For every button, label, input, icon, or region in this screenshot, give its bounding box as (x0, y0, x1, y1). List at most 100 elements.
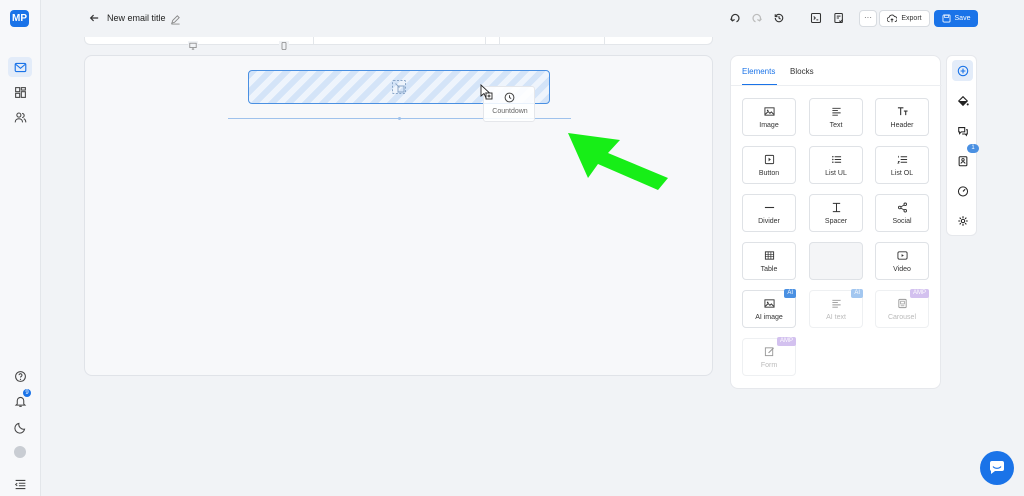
element-label: Spacer (824, 218, 848, 225)
chat-icon (989, 461, 1004, 474)
tasks-button[interactable] (952, 150, 973, 171)
element-button[interactable]: Button (742, 146, 796, 184)
element-header[interactable]: Header (875, 98, 929, 136)
element-ai-image[interactable]: AI AI image (742, 289, 796, 328)
back-button[interactable] (87, 11, 101, 25)
arrow-left-icon (89, 14, 99, 22)
undo-icon (730, 13, 740, 23)
previous-row-strip (84, 37, 713, 45)
element-label: Text (829, 122, 843, 129)
element-table[interactable]: Table (742, 242, 796, 280)
tab-divider (731, 85, 942, 86)
element-label: List UL (825, 170, 847, 177)
nav-theme-button[interactable] (8, 417, 32, 437)
document-check-icon (834, 12, 844, 24)
tasks-badge: 1 (967, 144, 979, 153)
element-label: Header (890, 122, 914, 129)
plus-circle-icon (957, 65, 968, 76)
history-icon (774, 13, 784, 23)
elements-panel: Elements Blocks Image Text Header Button… (730, 55, 942, 389)
styles-button[interactable] (952, 90, 973, 111)
video-icon (897, 251, 908, 260)
terminal-icon (810, 12, 822, 24)
table-icon (764, 251, 775, 260)
gauge-icon (957, 185, 968, 196)
element-social[interactable]: Social (875, 194, 929, 232)
mobile-view-button[interactable] (279, 41, 289, 51)
undo-button[interactable] (728, 11, 742, 25)
export-button[interactable]: Export (879, 10, 930, 27)
ai-image-icon (764, 299, 775, 308)
tab-blocks[interactable]: Blocks (790, 67, 814, 76)
avatar (14, 446, 26, 458)
gear-icon (957, 215, 968, 226)
nav-email-button[interactable] (8, 57, 32, 77)
cloud-upload-icon (887, 14, 898, 23)
element-label: Form (760, 362, 778, 369)
desktop-view-button[interactable] (188, 41, 198, 51)
text-icon (832, 107, 841, 116)
settings-button[interactable] (952, 210, 973, 231)
tab-elements[interactable]: Elements (742, 67, 775, 76)
save-button[interactable]: Save (934, 10, 978, 27)
chat-bubbles-icon (957, 126, 968, 137)
nav-templates-button[interactable] (8, 82, 32, 102)
more-button[interactable]: ··· (859, 10, 877, 27)
element-divider[interactable]: Divider (742, 194, 796, 232)
list-ul-icon (832, 156, 842, 163)
app-logo[interactable]: MP (10, 10, 29, 27)
nav-users-button[interactable] (8, 107, 32, 127)
element-text[interactable]: Text (809, 98, 863, 136)
save-icon (942, 14, 950, 23)
amp-tag: AMP (909, 289, 929, 298)
nav-avatar-button[interactable] (8, 442, 32, 462)
drop-guide-marker (398, 117, 401, 120)
right-toolbar: 1 (946, 55, 979, 236)
nav-notifications-button[interactable]: 9 (8, 389, 32, 411)
paint-bucket-icon (957, 95, 969, 106)
spacer-icon (832, 202, 841, 213)
support-chat-button[interactable] (980, 451, 1014, 485)
pencil-icon (171, 15, 180, 25)
nav-help-button[interactable] (8, 366, 32, 386)
element-label: Table (760, 266, 778, 273)
element-video[interactable]: Video (875, 242, 929, 280)
top-bar: New email title ··· Export Save (41, 0, 1024, 37)
element-carousel[interactable]: AMP Carousel (875, 289, 929, 328)
performance-button[interactable] (952, 180, 973, 201)
divider-icon (764, 206, 775, 209)
list-ol-icon (897, 155, 908, 164)
history-button[interactable] (772, 11, 786, 25)
element-label: Button (758, 170, 780, 177)
element-spacer[interactable]: Spacer (809, 194, 863, 232)
test-email-button[interactable] (832, 11, 846, 25)
element-label: AI image (755, 314, 783, 321)
layout-icon (14, 86, 26, 98)
nav-collapse-button[interactable] (8, 474, 32, 494)
add-elements-button[interactable] (952, 60, 973, 81)
carousel-icon (898, 298, 907, 309)
element-list-ul[interactable]: List UL (809, 146, 863, 184)
element-image[interactable]: Image (742, 98, 796, 136)
users-icon (14, 112, 26, 122)
green-arrow-annotation (568, 133, 668, 190)
redo-button[interactable] (750, 11, 764, 25)
element-ai-text[interactable]: AI AI text (809, 289, 863, 328)
element-list-ol[interactable]: List OL (875, 146, 929, 184)
ai-tag: AI (851, 289, 863, 298)
left-nav: MP 9 (0, 0, 41, 496)
element-form[interactable]: AMP Form (742, 337, 796, 376)
strip-divider (499, 37, 500, 44)
preview-code-button[interactable] (809, 11, 823, 25)
strip-divider (313, 37, 314, 44)
edit-title-button[interactable] (170, 12, 181, 25)
element-empty-slot (809, 242, 863, 280)
export-label: Export (901, 15, 922, 22)
element-label: Video (893, 266, 911, 273)
image-icon (764, 107, 775, 116)
element-label: List OL (890, 170, 914, 177)
comments-button[interactable] (952, 120, 973, 141)
redo-icon (752, 13, 762, 23)
clock-icon (504, 92, 515, 103)
strip-divider (485, 37, 486, 44)
